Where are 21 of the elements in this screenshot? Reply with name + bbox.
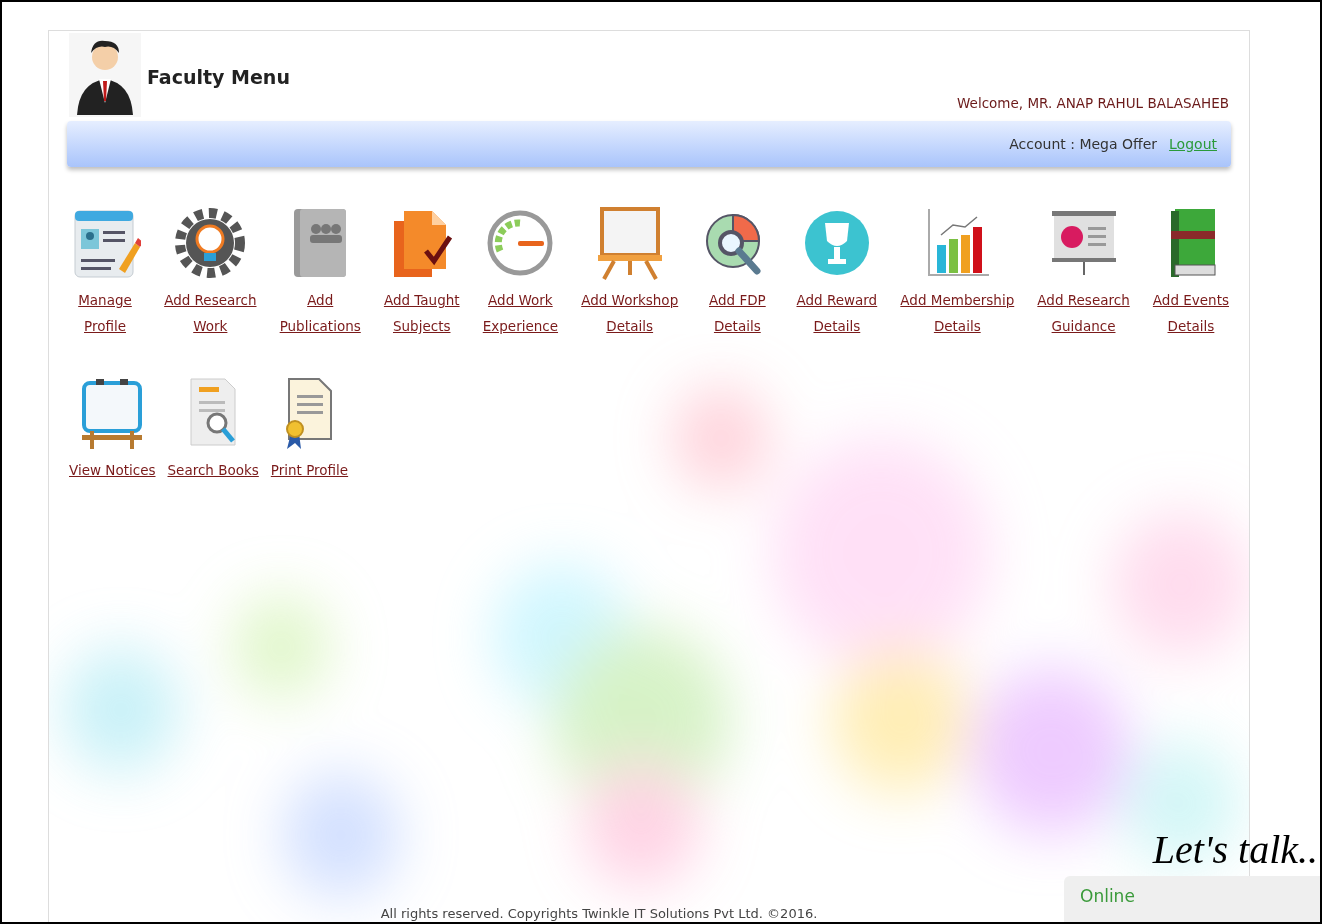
menu-link[interactable]: Manage Profile xyxy=(78,287,132,339)
page-title: Faculty Menu xyxy=(147,65,290,90)
chat-status: Online xyxy=(1080,886,1135,906)
copyright-text: All rights reserved. Copyrights Twinkle IT Solutions Pvt Ltd. ©2016. xyxy=(380,904,818,922)
welcome-text: Welcome, MR. ANAP RAHUL BALASAHEB xyxy=(957,94,1229,113)
avatar-icon xyxy=(69,33,141,117)
menu-link[interactable]: Add Research Guidance xyxy=(1037,287,1130,339)
menu-link[interactable]: Add Events Details xyxy=(1152,287,1229,339)
menu-link[interactable]: Add Membership Details xyxy=(900,287,1015,339)
menu-link[interactable]: Add Workshop Details xyxy=(581,287,679,339)
menu-link[interactable]: Add Publications xyxy=(279,287,361,339)
chat-title: Let's talk.. xyxy=(1152,826,1318,874)
menu-link[interactable]: Add Work Experience xyxy=(482,287,559,339)
menu-link[interactable]: Add FDP Details xyxy=(708,287,766,339)
account-text: Account : Mega Offer xyxy=(1009,134,1158,154)
menu-link[interactable]: Add Research Work xyxy=(164,287,257,339)
menu-link[interactable]: View Notices xyxy=(69,457,156,483)
menu-link[interactable]: Search Books xyxy=(167,457,259,483)
menu-link[interactable]: Print Profile xyxy=(270,457,349,483)
menu-link[interactable]: Add Reward Details xyxy=(796,287,878,339)
menu-link[interactable]: Add Taught Subjects xyxy=(383,287,460,339)
